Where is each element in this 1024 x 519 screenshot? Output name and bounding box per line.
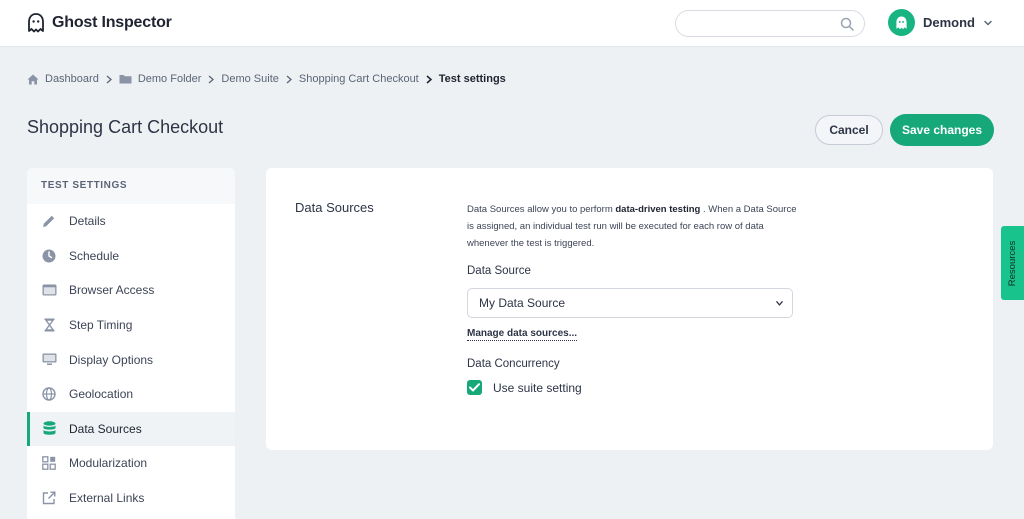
hourglass-icon — [41, 317, 57, 333]
chevron-down-icon[interactable] — [983, 18, 993, 28]
app-name: Ghost Inspector — [52, 14, 172, 31]
chevron-down-icon — [776, 301, 783, 306]
database-icon — [41, 421, 57, 437]
sidebar-item-label: Schedule — [69, 248, 120, 263]
sidebar-item-details[interactable]: Details — [27, 204, 235, 239]
sidebar-item-modularization[interactable]: Modularization — [27, 446, 235, 481]
data-source-select[interactable]: My Data Source — [467, 288, 793, 318]
chevron-right-icon — [208, 75, 215, 84]
use-suite-setting-row[interactable]: Use suite setting — [467, 380, 582, 395]
sidebar-item-label: Browser Access — [69, 283, 155, 298]
breadcrumb-dashboard[interactable]: Dashboard — [27, 73, 99, 85]
breadcrumb: Dashboard Demo Folder Demo Suite Shoppin… — [27, 73, 506, 85]
save-changes-button[interactable]: Save changes — [890, 114, 994, 146]
sidebar-item-data-sources[interactable]: Data Sources — [27, 411, 235, 447]
search-input[interactable] — [688, 16, 838, 32]
browser-window-icon — [41, 282, 57, 298]
modules-icon — [41, 455, 57, 471]
sidebar-item-label: Modularization — [69, 456, 148, 471]
page-title: Shopping Cart Checkout — [27, 117, 224, 137]
chevron-right-icon — [106, 75, 112, 84]
checkmark-icon — [469, 383, 480, 392]
search-icon[interactable] — [840, 17, 854, 31]
sidebar-item-label: Details — [69, 214, 106, 229]
sidebar-item-label: Step Timing — [69, 318, 133, 333]
sidebar-item-display-options[interactable]: Display Options — [27, 342, 235, 377]
section-title: Data Sources — [295, 200, 374, 215]
sidebar-item-step-timing[interactable]: Step Timing — [27, 308, 235, 343]
description-text: Data Sources allow you to perform — [467, 204, 616, 215]
breadcrumb-demo-folder[interactable]: Demo Folder — [119, 73, 202, 85]
data-source-label: Data Source — [467, 265, 531, 277]
data-concurrency-label: Data Concurrency — [467, 358, 560, 370]
pencil-icon — [41, 213, 57, 229]
home-icon — [27, 74, 39, 84]
section-description: Data Sources allow you to perform data-d… — [467, 201, 802, 252]
breadcrumb-current: Test settings — [438, 73, 506, 85]
ghost-icon — [28, 13, 44, 33]
user-name[interactable]: Demond — [923, 15, 975, 30]
chevron-right-icon — [286, 75, 292, 84]
description-emphasis: data-driven testing — [615, 204, 701, 215]
data-source-selected-value: My Data Source — [479, 296, 566, 310]
breadcrumb-label[interactable]: Demo Folder — [138, 73, 202, 85]
clock-icon — [41, 248, 57, 264]
chevron-right-icon — [426, 74, 432, 84]
top-navbar: Ghost Inspector Demond — [0, 0, 1024, 47]
breadcrumb-label[interactable]: Demo Suite — [221, 73, 278, 85]
breadcrumb-test[interactable]: Shopping Cart Checkout — [299, 73, 419, 85]
logo[interactable]: Ghost Inspector — [26, 12, 172, 34]
data-sources-panel: Data Sources Data Sources allow you to p… — [266, 168, 993, 450]
breadcrumb-label[interactable]: Dashboard — [45, 73, 99, 85]
use-suite-setting-label[interactable]: Use suite setting — [493, 381, 582, 395]
manage-data-sources-link[interactable]: Manage data sources... — [467, 328, 578, 341]
settings-sidebar: TEST SETTINGS Details Schedule Browser A… — [27, 168, 235, 519]
resources-tab[interactable]: Resources — [1001, 226, 1024, 300]
sidebar-header: TEST SETTINGS — [27, 168, 235, 204]
breadcrumb-label[interactable]: Shopping Cart Checkout — [299, 73, 419, 85]
avatar[interactable] — [888, 9, 915, 36]
external-link-icon — [41, 490, 57, 506]
sidebar-item-geolocation[interactable]: Geolocation — [27, 377, 235, 412]
ghost-avatar-icon — [896, 15, 907, 29]
breadcrumb-demo-suite[interactable]: Demo Suite — [221, 73, 278, 85]
cancel-button[interactable]: Cancel — [815, 115, 883, 145]
resources-tab-label: Resources — [1007, 240, 1019, 286]
sidebar-item-browser-access[interactable]: Browser Access — [27, 273, 235, 308]
search-box[interactable] — [675, 10, 865, 37]
sidebar-item-schedule[interactable]: Schedule — [27, 239, 235, 274]
sidebar-item-external-links[interactable]: External Links — [27, 481, 235, 516]
globe-icon — [41, 386, 57, 402]
sidebar-item-label: Geolocation — [69, 387, 134, 402]
sidebar-item-label: Data Sources — [69, 421, 142, 436]
sidebar-item-label: External Links — [69, 491, 145, 506]
monitor-icon — [41, 352, 57, 368]
folder-icon — [119, 75, 132, 84]
use-suite-setting-checkbox[interactable] — [467, 380, 482, 395]
user-menu[interactable]: Demond — [888, 9, 993, 36]
sidebar-item-label: Display Options — [69, 352, 154, 367]
